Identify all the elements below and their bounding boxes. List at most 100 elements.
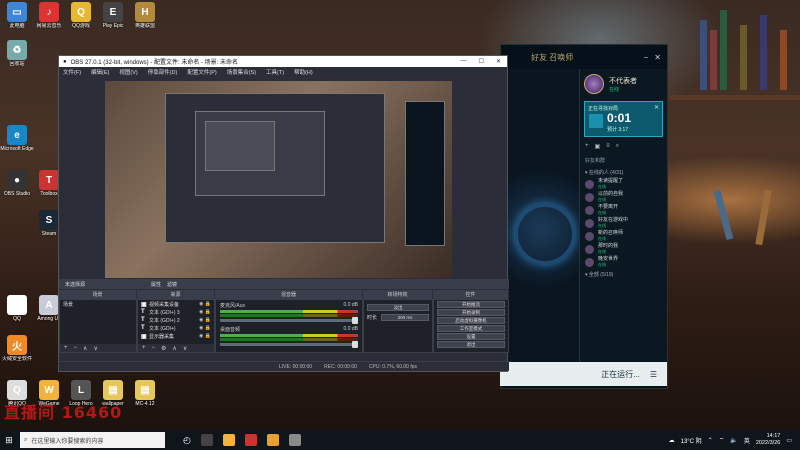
visibility-lock-icons[interactable]: ◉ 🔒 bbox=[199, 317, 211, 323]
clock[interactable]: 14:17 2022/3/26 bbox=[756, 433, 780, 447]
hamburger-menu-icon[interactable]: ☰ bbox=[650, 370, 657, 379]
duration-input[interactable]: 300 ms bbox=[381, 314, 429, 321]
control-button[interactable]: 开始录制 bbox=[437, 309, 505, 316]
scene-item[interactable]: 场景 bbox=[60, 300, 136, 309]
control-button[interactable]: 开始推流 bbox=[437, 301, 505, 308]
window-controls[interactable]: — ☐ ✕ bbox=[461, 58, 507, 65]
remove-icon[interactable]: − bbox=[152, 345, 156, 351]
remove-icon[interactable]: − bbox=[74, 345, 78, 351]
maximize-icon[interactable]: ☐ bbox=[479, 58, 484, 65]
ime-indicator[interactable]: 英 bbox=[744, 436, 750, 445]
minimize-icon[interactable]: − bbox=[644, 53, 649, 62]
move-down-icon[interactable]: ∨ bbox=[183, 345, 187, 352]
weather-icon[interactable]: ☁ bbox=[669, 437, 675, 444]
friend-entry[interactable]: 不要离开 在线 bbox=[580, 204, 667, 217]
visibility-lock-icons[interactable]: ◉ 🔒 bbox=[199, 333, 211, 339]
volume-icon[interactable]: 🔈 bbox=[730, 437, 737, 444]
source-item[interactable]: ▣ 视频采集设备 ◉ 🔒 bbox=[138, 300, 214, 308]
properties-button[interactable]: 属性 bbox=[151, 281, 161, 288]
control-button[interactable]: 设置 bbox=[437, 333, 505, 340]
menu-item[interactable]: 文件(F) bbox=[63, 68, 81, 76]
move-up-icon[interactable]: ∧ bbox=[83, 345, 87, 352]
avatar[interactable] bbox=[584, 74, 604, 94]
profile-card[interactable]: 不代表者 在线 bbox=[580, 69, 667, 99]
friend-group-online[interactable]: ▾ 在线的人 (4/31) bbox=[580, 167, 667, 178]
windows-start-icon[interactable]: ⊞ bbox=[0, 430, 18, 450]
friend-text: 不要离开 在线 bbox=[598, 205, 618, 216]
volume-slider[interactable] bbox=[220, 317, 358, 324]
friend-entry[interactable]: 新的召唤师 在线 bbox=[580, 230, 667, 243]
task-view-icon[interactable]: ◴ bbox=[183, 435, 191, 446]
source-item[interactable]: ▣ 显示器采集 ◉ 🔒 bbox=[138, 332, 214, 340]
control-button[interactable]: 工作室模式 bbox=[437, 325, 505, 332]
taskbar-app-icon[interactable] bbox=[266, 434, 279, 446]
obs-preview[interactable] bbox=[105, 81, 452, 278]
control-button[interactable]: 退出 bbox=[437, 341, 505, 348]
menu-item[interactable]: 视图(V) bbox=[119, 68, 137, 76]
taskbar-app-icon[interactable] bbox=[222, 434, 235, 446]
control-button[interactable]: 启动虚拟摄像机 bbox=[437, 317, 505, 324]
chevron-up-icon[interactable]: ⌃ bbox=[708, 437, 713, 444]
desktop-icon[interactable]: ● OBS Studio bbox=[0, 170, 34, 197]
menu-item[interactable]: 配置文件(P) bbox=[187, 68, 216, 76]
menu-item[interactable]: 场景集合(S) bbox=[227, 68, 256, 76]
taskbar-app-icon[interactable] bbox=[244, 434, 257, 446]
friend-entry[interactable]: 那时的我 在线 bbox=[580, 243, 667, 256]
minimize-icon[interactable]: — bbox=[461, 58, 467, 65]
sort-icon[interactable]: ≡ bbox=[606, 143, 610, 150]
notification-icon[interactable]: ▭ bbox=[786, 437, 792, 444]
desktop-icon[interactable]: ♻ 回收站 bbox=[0, 40, 34, 67]
game-client-window[interactable]: 好友 召唤师 − ✕ 不代表者 在线 正在寻找对局 0:01 预计 3:17 ✕ … bbox=[500, 44, 668, 389]
friend-entry[interactable]: 晚安世界 在线 bbox=[580, 256, 667, 269]
friend-entry[interactable]: 未读提醒了 在线 bbox=[580, 178, 667, 191]
add-friend-icon[interactable]: + bbox=[585, 143, 589, 150]
menu-item[interactable]: 编辑(E) bbox=[91, 68, 109, 76]
close-icon[interactable]: ✕ bbox=[496, 58, 501, 65]
desktop-icon[interactable]: e Microsoft Edge bbox=[0, 125, 34, 152]
move-up-icon[interactable]: ∧ bbox=[172, 345, 176, 352]
friend-group-all[interactable]: ▾ 全部 (5/19) bbox=[580, 269, 667, 280]
desktop-icon[interactable]: ▭ 此电脑 bbox=[0, 2, 34, 29]
taskbar-app-icon[interactable] bbox=[200, 434, 213, 446]
cancel-queue-icon[interactable]: ✕ bbox=[654, 104, 659, 111]
network-icon[interactable]: ⌔ bbox=[719, 436, 725, 444]
client-window-controls[interactable]: − ✕ bbox=[644, 53, 667, 62]
source-item[interactable]: T 文本 (GDI+) 3 ◉ 🔒 bbox=[138, 308, 214, 316]
desktop-icon[interactable]: 火火绒安全软件 bbox=[0, 335, 34, 362]
volume-slider[interactable] bbox=[220, 341, 358, 348]
source-item[interactable]: T 文本 (GDI+) 2 ◉ 🔒 bbox=[138, 316, 214, 324]
friend-entry[interactable]: 好友在游戏中 在线 bbox=[580, 217, 667, 230]
client-social-panel: 不代表者 在线 正在寻找对局 0:01 预计 3:17 ✕ + ▣ ≡ ⌕ 好友… bbox=[579, 69, 667, 372]
desktop-icon[interactable]: Q QQ bbox=[0, 295, 34, 322]
desktop-icon[interactable]: E Play Epic bbox=[96, 2, 130, 29]
desktop-icon[interactable]: ♪ 网易云音乐 bbox=[32, 2, 66, 29]
visibility-lock-icons[interactable]: ◉ 🔒 bbox=[199, 301, 211, 307]
move-down-icon[interactable]: ∨ bbox=[93, 345, 97, 352]
weather-text[interactable]: 13°C 阴 bbox=[681, 436, 702, 445]
queue-timer-card: 正在寻找对局 0:01 预计 3:17 ✕ bbox=[584, 101, 663, 137]
close-icon[interactable]: ✕ bbox=[654, 53, 661, 62]
group-icon[interactable]: ▣ bbox=[595, 143, 601, 150]
search-icon[interactable]: ⌕ bbox=[616, 143, 619, 150]
desktop-icon[interactable]: ▤ MC-4.12 bbox=[128, 380, 162, 407]
add-icon[interactable]: + bbox=[64, 345, 68, 351]
visibility-lock-icons[interactable]: ◉ 🔒 bbox=[199, 325, 211, 331]
gear-icon[interactable]: ⚙ bbox=[161, 345, 166, 352]
menu-item[interactable]: 帮助(H) bbox=[294, 68, 313, 76]
transition-select[interactable]: 淡出 bbox=[367, 304, 429, 311]
desktop-icon[interactable]: Q QQ游戏 bbox=[64, 2, 98, 29]
mixer-dock-title: 混音器 bbox=[215, 290, 363, 299]
taskbar-search-input[interactable]: ⌕ 在这里输入你要搜索的内容 bbox=[20, 432, 165, 448]
obs-window[interactable]: ● OBS 27.0.1 (32-bit, windows) - 配置文件: 未… bbox=[58, 55, 509, 372]
obs-titlebar[interactable]: ● OBS 27.0.1 (32-bit, windows) - 配置文件: 未… bbox=[59, 56, 507, 67]
menu-item[interactable]: 工具(T) bbox=[266, 68, 284, 76]
filters-button[interactable]: 滤镜 bbox=[167, 281, 177, 288]
desktop-icon[interactable]: H 英雄联盟 bbox=[128, 2, 162, 29]
menu-item[interactable]: 停靠部件(D) bbox=[148, 68, 178, 76]
mixer-track-label: 麦克风/Aux bbox=[220, 303, 246, 309]
taskbar-app-icon[interactable] bbox=[288, 434, 301, 446]
friend-entry[interactable]: 以前的自我 在线 bbox=[580, 191, 667, 204]
add-icon[interactable]: + bbox=[142, 345, 146, 351]
source-item[interactable]: T 文本 (GDI+) ◉ 🔒 bbox=[138, 324, 214, 332]
visibility-lock-icons[interactable]: ◉ 🔒 bbox=[199, 309, 211, 315]
